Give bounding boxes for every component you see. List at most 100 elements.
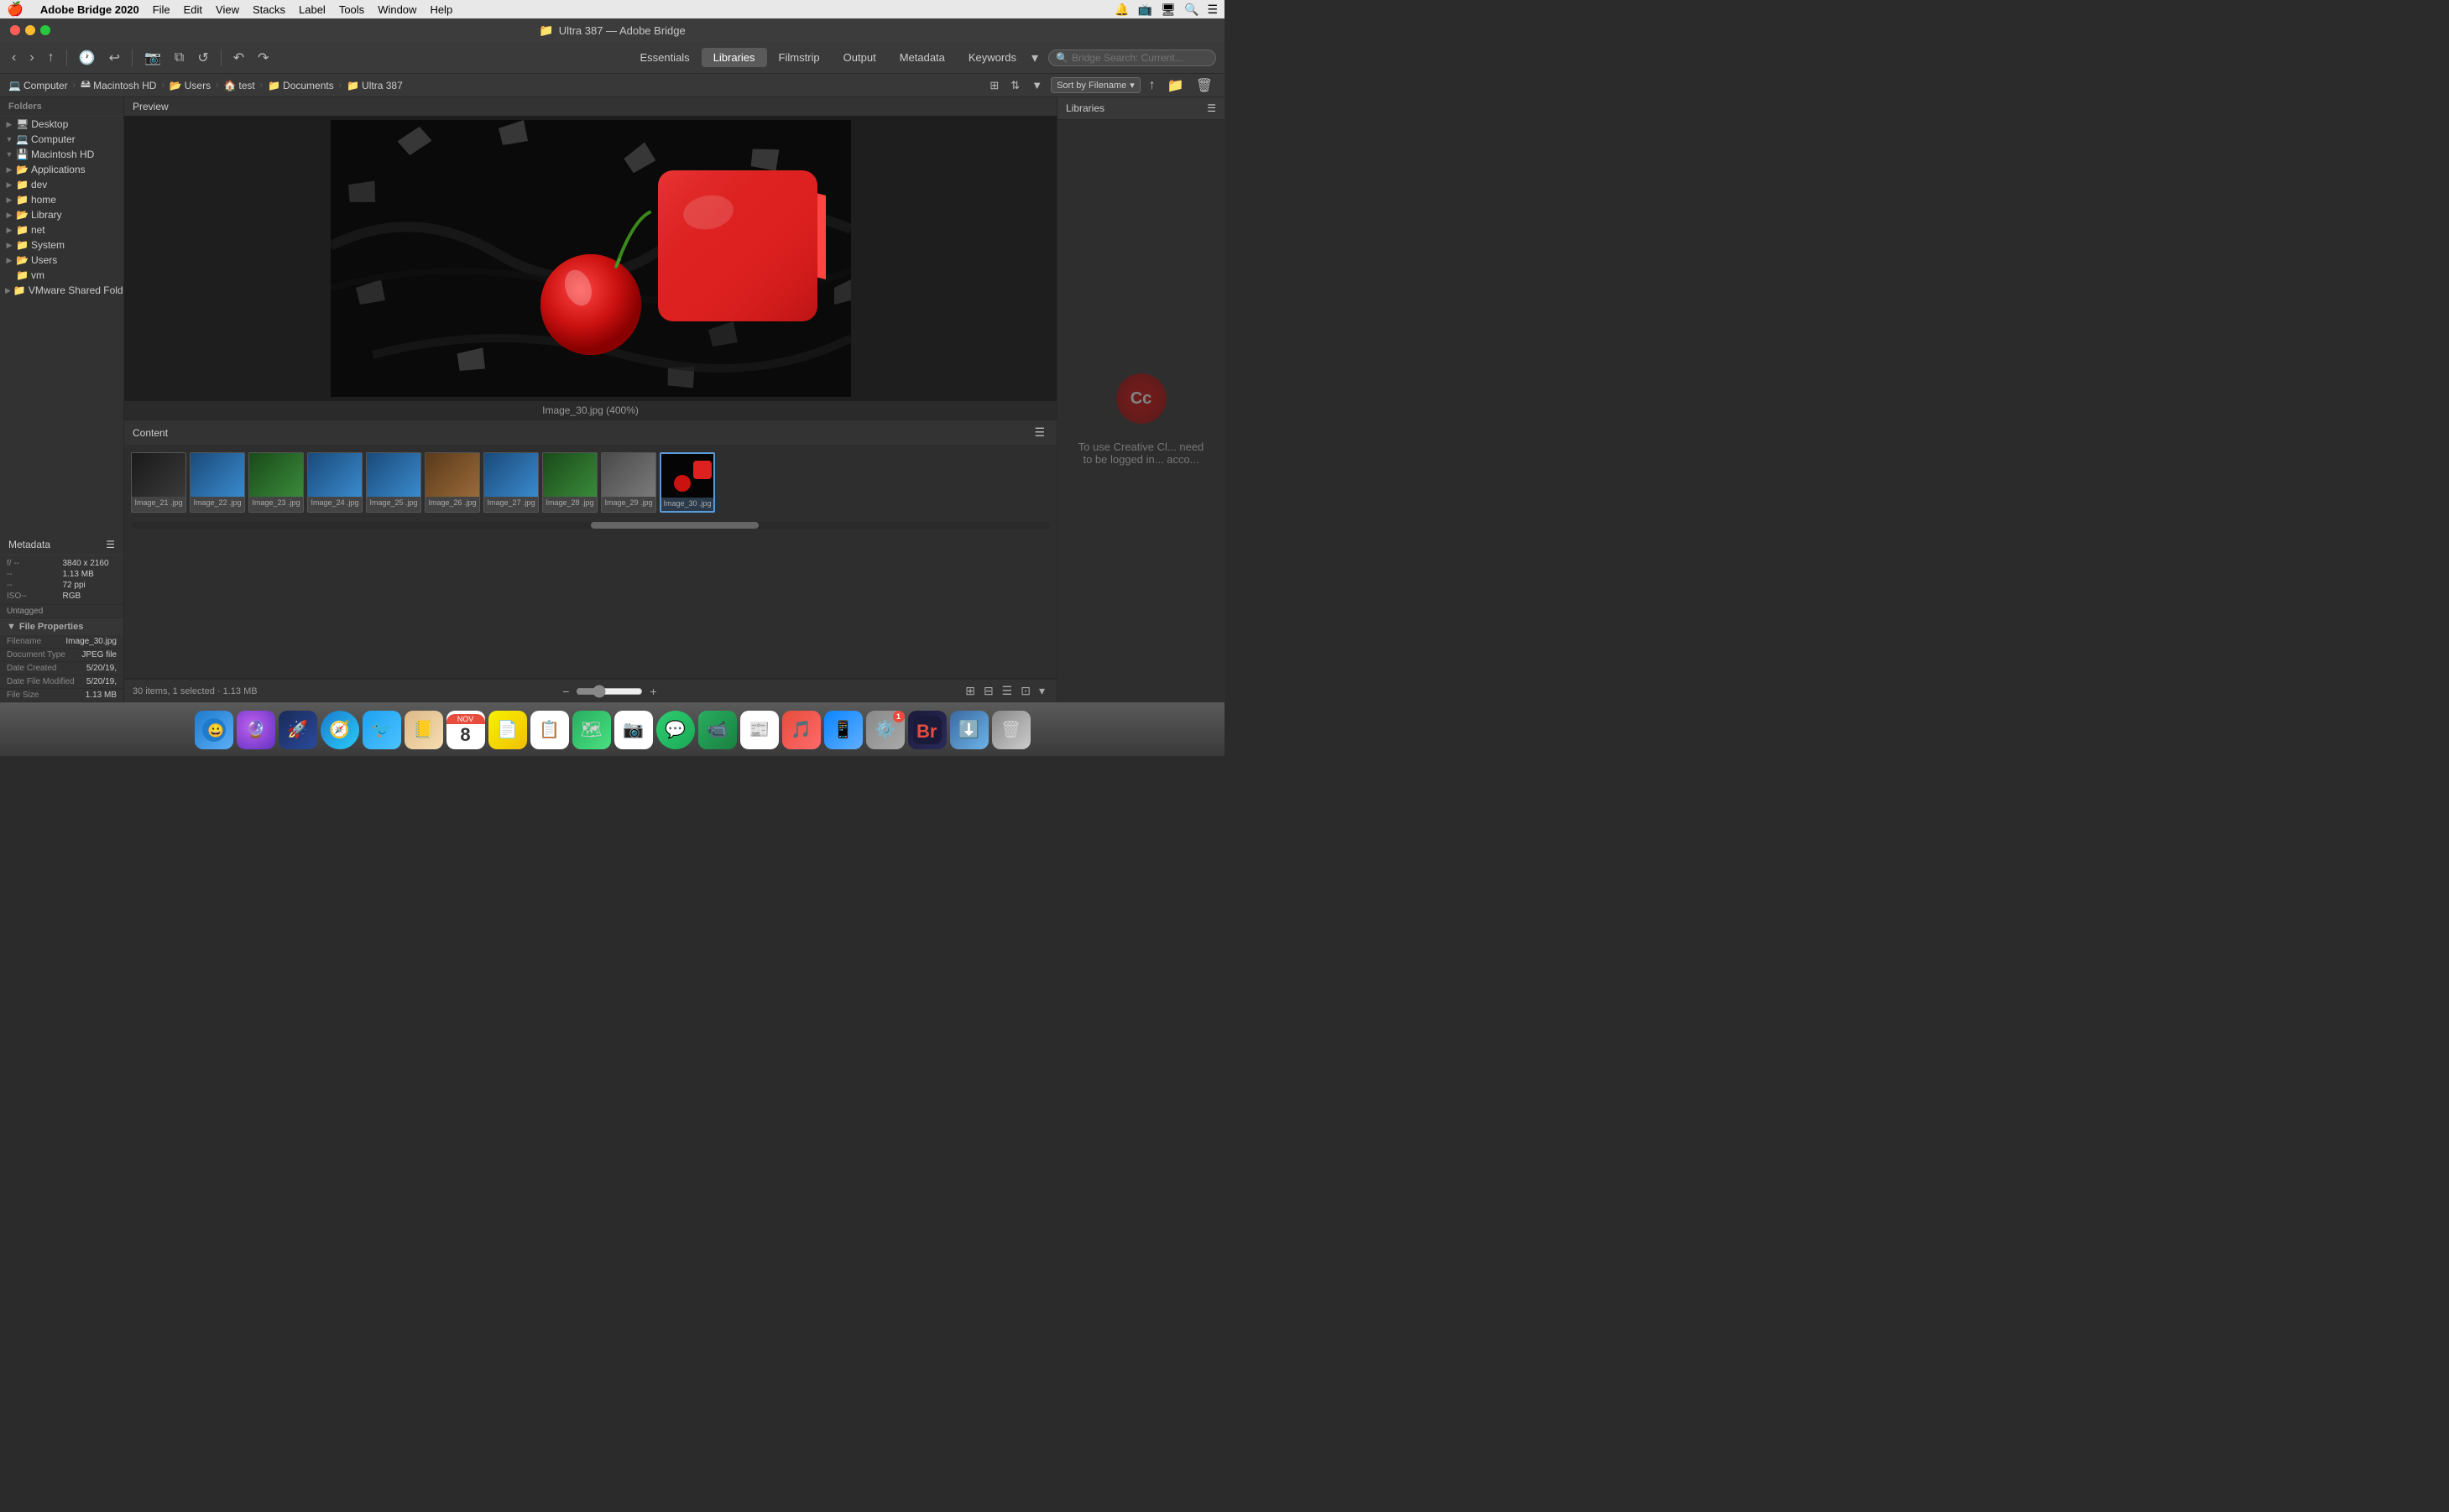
tab-libraries[interactable]: Libraries [702, 48, 767, 67]
breadcrumb-users-label[interactable]: Users [185, 80, 211, 91]
dock-siri[interactable]: 🔮 [237, 711, 275, 749]
breadcrumb-documents[interactable]: 📁 Documents [268, 80, 334, 91]
tab-filmstrip[interactable]: Filmstrip [767, 48, 832, 67]
notification-icon[interactable]: 🔔 [1115, 3, 1129, 17]
dock-photos[interactable]: 📷 [614, 711, 653, 749]
menu-label[interactable]: Label [299, 3, 326, 16]
display-icon[interactable]: 🖥 [1161, 3, 1176, 17]
dock-trash[interactable]: 🗑 [992, 711, 1031, 749]
refresh-button[interactable]: ↺ [194, 48, 211, 68]
redo-button[interactable]: ↷ [254, 48, 272, 68]
copy-button[interactable]: ⧉ [171, 49, 187, 67]
sidebar-item-macintosh[interactable]: ▼ 💾 Macintosh HD [0, 147, 123, 162]
sidebar-item-applications[interactable]: ▶ 📂 Applications [0, 162, 123, 177]
thumbnail-7[interactable]: Image_28 .jpg [542, 452, 598, 513]
history-button[interactable]: 🕐 [76, 48, 99, 68]
dock-contacts[interactable]: 📒 [405, 711, 443, 749]
app-menu-bridge[interactable]: Adobe Bridge 2020 [40, 3, 139, 16]
sidebar-item-vmware[interactable]: ▶ 📁 VMware Shared Folders [0, 283, 123, 298]
zoom-out-button[interactable]: − [559, 683, 572, 700]
tab-metadata[interactable]: Metadata [888, 48, 957, 67]
sidebar-item-net[interactable]: ▶ 📁 net [0, 222, 123, 237]
dock-downloads[interactable]: ⬇️ [950, 711, 989, 749]
search-box[interactable]: 🔍 [1048, 50, 1216, 66]
breadcrumb-users[interactable]: 📂 Users [170, 80, 211, 91]
file-properties-section[interactable]: ▼ File Properties [0, 618, 123, 635]
airplay-icon[interactable]: 📺 [1138, 3, 1152, 17]
dock-calendar[interactable]: NOV 8 [446, 711, 485, 749]
menu-file[interactable]: File [153, 3, 170, 16]
thumbnail-2[interactable]: Image_23 .jpg [248, 452, 304, 513]
search-menu-icon[interactable]: 🔍 [1184, 3, 1198, 17]
dock-finder[interactable]: 😀 [195, 711, 233, 749]
thumbnail-5[interactable]: Image_26 .jpg [425, 452, 480, 513]
thumbnail-4[interactable]: Image_25 .jpg [366, 452, 421, 513]
thumbnail-6[interactable]: Image_27 .jpg [483, 452, 539, 513]
menu-window[interactable]: Window [378, 3, 416, 16]
thumbnail-9[interactable]: Image_30 .jpg [660, 452, 715, 513]
sidebar-item-library[interactable]: ▶ 📂 Library [0, 207, 123, 222]
sort-dropdown[interactable]: Sort by Filename ▾ [1051, 77, 1141, 93]
menu-view[interactable]: View [216, 3, 239, 16]
breadcrumb-ultra[interactable]: 📁 Ultra 387 [347, 80, 403, 91]
forward-button[interactable]: › [26, 49, 37, 67]
minimize-button[interactable] [25, 25, 35, 35]
up-button[interactable]: ↑ [44, 49, 58, 67]
close-button[interactable] [10, 25, 20, 35]
dock-facetime[interactable]: 📹 [698, 711, 737, 749]
thumbnail-1[interactable]: Image_22 .jpg [190, 452, 245, 513]
dock-tweetbot[interactable]: 🐦 [363, 711, 401, 749]
apple-menu[interactable]: 🍎 [7, 1, 23, 18]
menu-list-icon[interactable]: ☰ [1207, 3, 1218, 17]
breadcrumb-documents-label[interactable]: Documents [283, 80, 334, 91]
thumbnail-0[interactable]: Image_21 .jpg [131, 452, 186, 513]
thumbnail-8[interactable]: Image_29 .jpg [601, 452, 656, 513]
tab-keywords[interactable]: Keywords [957, 48, 1028, 67]
sidebar-item-vm[interactable]: 📁 vm [0, 268, 123, 283]
menu-help[interactable]: Help [430, 3, 452, 16]
content-menu-button[interactable]: ☰ [1031, 424, 1048, 441]
new-folder-button[interactable]: 📁 [1164, 76, 1188, 96]
breadcrumb-macintosh-label[interactable]: Macintosh HD [93, 80, 156, 91]
detail-view-button[interactable]: ⊡ [1017, 682, 1034, 700]
list-view-button[interactable]: ☰ [999, 682, 1016, 700]
search-input[interactable] [1072, 52, 1206, 64]
libraries-menu-icon[interactable]: ☰ [1207, 102, 1216, 114]
dock-launchpad[interactable]: 🚀 [279, 711, 317, 749]
dock-maps[interactable]: 🗺 [572, 711, 611, 749]
sidebar-item-dev[interactable]: ▶ 📁 dev [0, 177, 123, 192]
menu-tools[interactable]: Tools [339, 3, 364, 16]
dock-messages[interactable]: 💬 [656, 711, 695, 749]
dock-notes[interactable]: 📄 [488, 711, 527, 749]
sidebar-item-users[interactable]: ▶ 📂 Users [0, 253, 123, 268]
dock-news[interactable]: 📰 [740, 711, 779, 749]
dock-reminders[interactable]: 📋 [530, 711, 569, 749]
dock-appstore[interactable]: 📱 [824, 711, 863, 749]
maximize-button[interactable] [40, 25, 50, 35]
thumbnail-strip[interactable]: Image_21 .jpgImage_22 .jpgImage_23 .jpg I… [124, 445, 1057, 520]
breadcrumb-macintosh[interactable]: 🖴 Macintosh HD [81, 76, 156, 94]
more-tabs-button[interactable]: ▾ [1028, 48, 1042, 68]
filter-view-button[interactable]: ⊞ [986, 77, 1002, 94]
sidebar-item-computer[interactable]: ▼ 💻 Computer [0, 132, 123, 147]
metadata-menu-icon[interactable]: ☰ [106, 539, 115, 550]
breadcrumb-ultra-label[interactable]: Ultra 387 [362, 80, 403, 91]
undo-button[interactable]: ↶ [230, 48, 248, 68]
grid-view2-button[interactable]: ⊟ [980, 682, 997, 700]
view-more-button[interactable]: ▾ [1036, 682, 1048, 700]
dock-systemprefs[interactable]: ⚙️ 1 [866, 711, 905, 749]
dock-safari[interactable]: 🧭 [321, 711, 359, 749]
horizontal-scrollbar[interactable] [131, 522, 1050, 529]
filter-button[interactable]: ▼ [1028, 77, 1046, 93]
zoom-in-button[interactable]: + [646, 683, 660, 700]
sidebar-item-desktop[interactable]: ▶ 🖥 Desktop [0, 117, 123, 132]
grid-view-button[interactable]: ⊞ [962, 682, 979, 700]
breadcrumb-test-label[interactable]: test [238, 80, 254, 91]
sort-direction-button[interactable]: ↑ [1146, 76, 1159, 95]
tab-output[interactable]: Output [832, 48, 888, 67]
menu-edit[interactable]: Edit [184, 3, 202, 16]
dock-music[interactable]: 🎵 [782, 711, 821, 749]
dock-bridge[interactable]: Br [908, 711, 947, 749]
tab-essentials[interactable]: Essentials [628, 48, 701, 67]
sort-view-button[interactable]: ⇅ [1007, 77, 1023, 94]
